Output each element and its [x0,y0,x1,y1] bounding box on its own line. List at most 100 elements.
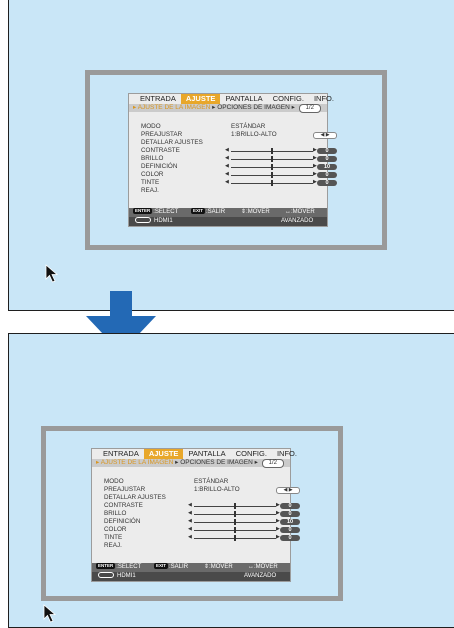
slider-left-arrow-icon[interactable]: ◀ [225,170,229,178]
projection-area-frame: ENTRADA AJUSTE PANTALLA CONFIG. INFO. ▸ … [41,426,343,601]
value-badge: 0 [317,156,337,162]
move-vertical-hint: ⇕:MOVER [204,564,233,570]
slider-knob[interactable] [234,519,236,525]
tab-ajuste[interactable]: AJUSTE [180,94,221,104]
exit-hint: EXIT:SALIR [154,563,189,570]
row-preajustar[interactable]: PREAJUSTAR 1:BRILLO-ALTO ◀ ▶ [104,486,300,494]
slider-left-arrow-icon[interactable]: ◀ [225,154,229,162]
tab-config[interactable]: CONFIG. [268,94,309,104]
status-bar: HDMI1 AVANZADO [129,217,327,226]
down-arrow-icon [110,291,132,316]
value-badge: 0 [280,503,300,509]
key-guide: ENTER:SELECT EXIT:SALIR ⇕:MOVER ↔:MOVER [129,208,327,217]
slider-left-arrow-icon[interactable]: ◀ [225,146,229,154]
row-contraste[interactable]: CONTRASTE 0 ◀ ▶ [104,501,300,510]
tab-entrada[interactable]: ENTRADA [98,449,144,459]
slider-right-arrow-icon[interactable]: ▶ [313,162,317,170]
slider-knob[interactable] [234,511,236,517]
slider-left-arrow-icon[interactable]: ◀ [188,517,192,525]
row-contraste[interactable]: CONTRASTE 0 ◀ ▶ [141,146,337,155]
onscreen-menu: ENTRADA AJUSTE PANTALLA CONFIG. INFO. ▸ … [91,448,300,582]
row-reaj[interactable]: REAJ. [141,187,325,195]
page-indicator: 1/2 [298,104,321,113]
tab-entrada[interactable]: ENTRADA [135,94,181,104]
value-badge: 0 [280,527,300,533]
tab-pantalla[interactable]: PANTALLA [183,449,230,459]
slider-left-arrow-icon[interactable]: ◀ [188,501,192,509]
hdmi-icon [98,572,114,579]
move-horizontal-hint: ↔:MOVER [248,564,278,570]
row-color[interactable]: COLOR 0 ◀ ▶ [104,525,300,534]
tab-info[interactable]: INFO. [272,449,302,459]
exit-key-icon: EXIT [191,208,206,215]
slider-right-arrow-icon[interactable]: ▶ [276,501,280,509]
breadcrumb-active[interactable]: ▸ AJUSTE DE LA IMAGEN [96,459,173,466]
slider-knob[interactable] [271,148,273,154]
slider-left-arrow-icon[interactable]: ◀ [225,162,229,170]
row-preajustar[interactable]: PREAJUSTAR 1:BRILLO-ALTO ◀ ▶ [141,131,337,139]
breadcrumb-other[interactable]: ▸ OPCIONES DE IMAGEN ▸ [175,459,258,466]
slider-right-arrow-icon[interactable]: ▶ [313,154,317,162]
key-guide: ENTER:SELECT EXIT:SALIR ⇕:MOVER ↔:MOVER [92,563,290,572]
slider-right-arrow-icon[interactable]: ▶ [276,517,280,525]
row-definicion[interactable]: DEFINICIÓN 10 ◀ ▶ [141,162,337,171]
slider-knob[interactable] [234,527,236,533]
status-bar: HDMI1 AVANZADO [92,572,290,581]
slider-right-arrow-icon[interactable]: ▶ [313,146,317,154]
slider-left-arrow-icon[interactable]: ◀ [188,533,192,541]
slider-knob[interactable] [271,172,273,178]
tab-pantalla[interactable]: PANTALLA [220,94,267,104]
value-badge: 10 [317,164,337,170]
breadcrumb-other[interactable]: ▸ OPCIONES DE IMAGEN ▸ [212,104,295,111]
enter-key-icon: ENTER [133,208,153,215]
slider-left-arrow-icon[interactable]: ◀ [188,509,192,517]
value-badge: 0 [317,172,337,178]
slider-right-arrow-icon[interactable]: ▶ [276,525,280,533]
menu-mode: AVANZADO [244,573,277,579]
row-brillo[interactable]: BRILLO 0 ◀ ▶ [141,154,337,163]
row-tinte[interactable]: TINTE 0 ◀ ▶ [141,178,337,187]
row-modo[interactable]: MODO ESTÁNDAR [104,478,288,486]
slider-right-arrow-icon[interactable]: ▶ [276,509,280,517]
tab-info[interactable]: INFO. [309,94,339,104]
slider-knob[interactable] [271,156,273,162]
slider-knob[interactable] [271,180,273,186]
slider-left-arrow-icon[interactable]: ◀ [225,178,229,186]
tab-ajuste[interactable]: AJUSTE [143,449,184,459]
projection-screen-after: ENTRADA AJUSTE PANTALLA CONFIG. INFO. ▸ … [8,333,454,628]
value-badge: 0 [317,148,337,154]
row-definicion[interactable]: DEFINICIÓN 10 ◀ ▶ [104,517,300,526]
breadcrumb-active[interactable]: ▸ AJUSTE DE LA IMAGEN [133,104,210,111]
slider-right-arrow-icon[interactable]: ▶ [276,533,280,541]
preset-selector[interactable]: ◀ ▶ [313,132,337,139]
page-indicator: 1/2 [261,459,284,468]
row-reaj[interactable]: REAJ. [104,542,288,550]
slider-right-arrow-icon[interactable]: ▶ [313,170,317,178]
value-badge: 0 [317,180,337,186]
row-detallar[interactable]: DETALLAR AJUSTES [141,139,325,147]
preset-selector[interactable]: ◀ ▶ [276,487,300,494]
row-tinte[interactable]: TINTE 0 ◀ ▶ [104,533,300,542]
slider-knob[interactable] [234,503,236,509]
breadcrumb: ▸ AJUSTE DE LA IMAGEN ▸ OPCIONES DE IMAG… [92,459,290,468]
value-badge: 10 [280,519,300,525]
settings-list: MODO ESTÁNDAR PREAJUSTAR 1:BRILLO-ALTO ◀… [104,478,300,550]
row-brillo[interactable]: BRILLO 0 ◀ ▶ [104,509,300,518]
value-badge: 0 [280,511,300,517]
settings-list: MODO ESTÁNDAR PREAJUSTAR 1:BRILLO-ALTO ◀… [141,123,337,195]
row-modo[interactable]: MODO ESTÁNDAR [141,123,325,131]
row-color[interactable]: COLOR 0 ◀ ▶ [141,170,337,179]
move-horizontal-hint: ↔:MOVER [285,209,315,215]
slider-right-arrow-icon[interactable]: ▶ [313,178,317,186]
slider-knob[interactable] [271,164,273,170]
exit-key-icon: EXIT [154,563,169,570]
slider-knob[interactable] [234,535,236,541]
menu-mode: AVANZADO [281,218,314,224]
tab-config[interactable]: CONFIG. [231,449,272,459]
onscreen-menu: ENTRADA AJUSTE PANTALLA CONFIG. INFO. ▸ … [128,93,337,227]
row-detallar[interactable]: DETALLAR AJUSTES [104,494,288,502]
slider-left-arrow-icon[interactable]: ◀ [188,525,192,533]
menu-tabs: ENTRADA AJUSTE PANTALLA CONFIG. INFO. [129,94,334,104]
hdmi-icon [135,217,151,224]
move-vertical-hint: ⇕:MOVER [241,209,270,215]
